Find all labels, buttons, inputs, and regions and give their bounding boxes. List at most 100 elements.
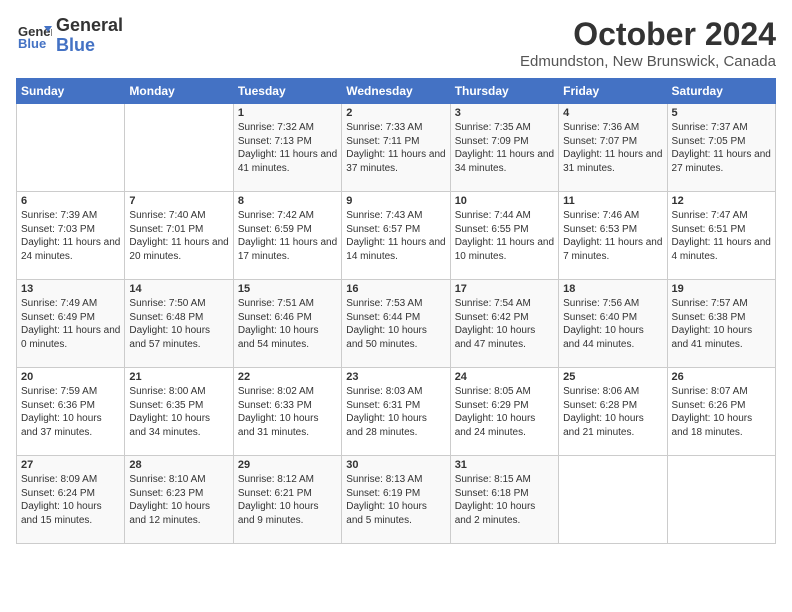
day-info: Sunrise: 8:10 AM Sunset: 6:23 PM Dayligh… bbox=[129, 473, 228, 527]
svg-text:Blue: Blue bbox=[18, 36, 46, 51]
day-info: Sunrise: 8:13 AM Sunset: 6:19 PM Dayligh… bbox=[346, 473, 445, 527]
calendar-cell: 25 Sunrise: 8:06 AM Sunset: 6:28 PM Dayli… bbox=[559, 368, 667, 456]
logo-icon: General Blue bbox=[16, 18, 52, 54]
day-number: 26 bbox=[672, 371, 771, 383]
day-info: Sunrise: 7:37 AM Sunset: 7:05 PM Dayligh… bbox=[672, 121, 771, 175]
day-info: Sunrise: 8:00 AM Sunset: 6:35 PM Dayligh… bbox=[129, 385, 228, 439]
calendar-cell: 23 Sunrise: 8:03 AM Sunset: 6:31 PM Dayli… bbox=[342, 368, 450, 456]
day-number: 15 bbox=[238, 283, 337, 295]
day-number: 29 bbox=[238, 459, 337, 471]
day-info: Sunrise: 8:12 AM Sunset: 6:21 PM Dayligh… bbox=[238, 473, 337, 527]
day-number: 14 bbox=[129, 283, 228, 295]
day-info: Sunrise: 7:49 AM Sunset: 6:49 PM Dayligh… bbox=[21, 297, 120, 351]
calendar-cell: 16 Sunrise: 7:53 AM Sunset: 6:44 PM Dayli… bbox=[342, 280, 450, 368]
calendar-cell: 14 Sunrise: 7:50 AM Sunset: 6:48 PM Dayli… bbox=[125, 280, 233, 368]
logo: General Blue General Blue bbox=[16, 16, 123, 56]
day-info: Sunrise: 7:54 AM Sunset: 6:42 PM Dayligh… bbox=[455, 297, 554, 351]
calendar-cell: 17 Sunrise: 7:54 AM Sunset: 6:42 PM Dayli… bbox=[450, 280, 558, 368]
col-header-thursday: Thursday bbox=[450, 79, 558, 104]
calendar-cell: 10 Sunrise: 7:44 AM Sunset: 6:55 PM Dayli… bbox=[450, 192, 558, 280]
calendar-cell: 19 Sunrise: 7:57 AM Sunset: 6:38 PM Dayli… bbox=[667, 280, 775, 368]
calendar-cell bbox=[17, 104, 125, 192]
day-number: 5 bbox=[672, 107, 771, 119]
calendar-cell: 6Sunrise: 7:39 AM Sunset: 7:03 PM Daylig… bbox=[17, 192, 125, 280]
page-header: General Blue General Blue October 2024 E… bbox=[16, 16, 776, 70]
day-info: Sunrise: 7:40 AM Sunset: 7:01 PM Dayligh… bbox=[129, 209, 228, 263]
day-number: 11 bbox=[563, 195, 662, 207]
calendar-cell bbox=[667, 456, 775, 544]
calendar-cell: 13 Sunrise: 7:49 AM Sunset: 6:49 PM Dayli… bbox=[17, 280, 125, 368]
day-number: 31 bbox=[455, 459, 554, 471]
calendar-cell: 30Sunrise: 8:13 AM Sunset: 6:19 PM Dayli… bbox=[342, 456, 450, 544]
day-number: 18 bbox=[563, 283, 662, 295]
calendar-cell: 29 Sunrise: 8:12 AM Sunset: 6:21 PM Dayli… bbox=[233, 456, 341, 544]
calendar-cell: 31 Sunrise: 8:15 AM Sunset: 6:18 PM Dayli… bbox=[450, 456, 558, 544]
day-info: Sunrise: 7:50 AM Sunset: 6:48 PM Dayligh… bbox=[129, 297, 228, 351]
calendar-cell: 2 Sunrise: 7:33 AM Sunset: 7:11 PM Daylig… bbox=[342, 104, 450, 192]
day-number: 28 bbox=[129, 459, 228, 471]
day-number: 22 bbox=[238, 371, 337, 383]
month-title: October 2024 bbox=[520, 16, 776, 53]
day-number: 20 bbox=[21, 371, 120, 383]
day-number: 17 bbox=[455, 283, 554, 295]
day-info: Sunrise: 8:15 AM Sunset: 6:18 PM Dayligh… bbox=[455, 473, 554, 527]
day-number: 3 bbox=[455, 107, 554, 119]
day-info: Sunrise: 8:05 AM Sunset: 6:29 PM Dayligh… bbox=[455, 385, 554, 439]
calendar-cell: 27 Sunrise: 8:09 AM Sunset: 6:24 PM Dayli… bbox=[17, 456, 125, 544]
day-info: Sunrise: 7:33 AM Sunset: 7:11 PM Dayligh… bbox=[346, 121, 445, 175]
day-info: Sunrise: 7:44 AM Sunset: 6:55 PM Dayligh… bbox=[455, 209, 554, 263]
day-info: Sunrise: 8:02 AM Sunset: 6:33 PM Dayligh… bbox=[238, 385, 337, 439]
calendar-cell: 8 Sunrise: 7:42 AM Sunset: 6:59 PM Daylig… bbox=[233, 192, 341, 280]
day-number: 19 bbox=[672, 283, 771, 295]
day-info: Sunrise: 7:39 AM Sunset: 7:03 PM Dayligh… bbox=[21, 209, 120, 263]
day-info: Sunrise: 7:32 AM Sunset: 7:13 PM Dayligh… bbox=[238, 121, 337, 175]
calendar-cell: 11 Sunrise: 7:46 AM Sunset: 6:53 PM Dayli… bbox=[559, 192, 667, 280]
day-number: 27 bbox=[21, 459, 120, 471]
day-number: 23 bbox=[346, 371, 445, 383]
col-header-friday: Friday bbox=[559, 79, 667, 104]
day-number: 10 bbox=[455, 195, 554, 207]
day-number: 16 bbox=[346, 283, 445, 295]
day-number: 1 bbox=[238, 107, 337, 119]
day-number: 7 bbox=[129, 195, 228, 207]
day-info: Sunrise: 7:53 AM Sunset: 6:44 PM Dayligh… bbox=[346, 297, 445, 351]
col-header-monday: Monday bbox=[125, 79, 233, 104]
day-info: Sunrise: 7:56 AM Sunset: 6:40 PM Dayligh… bbox=[563, 297, 662, 351]
calendar-cell bbox=[125, 104, 233, 192]
day-number: 21 bbox=[129, 371, 228, 383]
calendar-cell: 1 Sunrise: 7:32 AM Sunset: 7:13 PM Daylig… bbox=[233, 104, 341, 192]
calendar-cell: 28 Sunrise: 8:10 AM Sunset: 6:23 PM Dayli… bbox=[125, 456, 233, 544]
day-info: Sunrise: 8:03 AM Sunset: 6:31 PM Dayligh… bbox=[346, 385, 445, 439]
col-header-wednesday: Wednesday bbox=[342, 79, 450, 104]
day-info: Sunrise: 7:43 AM Sunset: 6:57 PM Dayligh… bbox=[346, 209, 445, 263]
calendar-cell: 20Sunrise: 7:59 AM Sunset: 6:36 PM Dayli… bbox=[17, 368, 125, 456]
calendar-cell: 18 Sunrise: 7:56 AM Sunset: 6:40 PM Dayli… bbox=[559, 280, 667, 368]
calendar-cell: 4 Sunrise: 7:36 AM Sunset: 7:07 PM Daylig… bbox=[559, 104, 667, 192]
day-number: 13 bbox=[21, 283, 120, 295]
day-number: 9 bbox=[346, 195, 445, 207]
day-info: Sunrise: 7:57 AM Sunset: 6:38 PM Dayligh… bbox=[672, 297, 771, 351]
calendar-cell: 22 Sunrise: 8:02 AM Sunset: 6:33 PM Dayli… bbox=[233, 368, 341, 456]
col-header-saturday: Saturday bbox=[667, 79, 775, 104]
calendar-cell: 9 Sunrise: 7:43 AM Sunset: 6:57 PM Daylig… bbox=[342, 192, 450, 280]
day-number: 25 bbox=[563, 371, 662, 383]
title-block: October 2024 Edmundston, New Brunswick, … bbox=[520, 16, 776, 70]
day-info: Sunrise: 8:06 AM Sunset: 6:28 PM Dayligh… bbox=[563, 385, 662, 439]
day-number: 8 bbox=[238, 195, 337, 207]
col-header-sunday: Sunday bbox=[17, 79, 125, 104]
day-info: Sunrise: 7:36 AM Sunset: 7:07 PM Dayligh… bbox=[563, 121, 662, 175]
day-info: Sunrise: 7:42 AM Sunset: 6:59 PM Dayligh… bbox=[238, 209, 337, 263]
calendar-cell: 5 Sunrise: 7:37 AM Sunset: 7:05 PM Daylig… bbox=[667, 104, 775, 192]
calendar-cell: 26Sunrise: 8:07 AM Sunset: 6:26 PM Dayli… bbox=[667, 368, 775, 456]
day-number: 24 bbox=[455, 371, 554, 383]
day-number: 2 bbox=[346, 107, 445, 119]
calendar-cell: 12Sunrise: 7:47 AM Sunset: 6:51 PM Dayli… bbox=[667, 192, 775, 280]
day-info: Sunrise: 7:46 AM Sunset: 6:53 PM Dayligh… bbox=[563, 209, 662, 263]
day-number: 4 bbox=[563, 107, 662, 119]
day-info: Sunrise: 8:09 AM Sunset: 6:24 PM Dayligh… bbox=[21, 473, 120, 527]
day-number: 12 bbox=[672, 195, 771, 207]
logo-text: General Blue bbox=[56, 16, 123, 56]
calendar-cell bbox=[559, 456, 667, 544]
day-info: Sunrise: 7:35 AM Sunset: 7:09 PM Dayligh… bbox=[455, 121, 554, 175]
calendar-cell: 24 Sunrise: 8:05 AM Sunset: 6:29 PM Dayli… bbox=[450, 368, 558, 456]
